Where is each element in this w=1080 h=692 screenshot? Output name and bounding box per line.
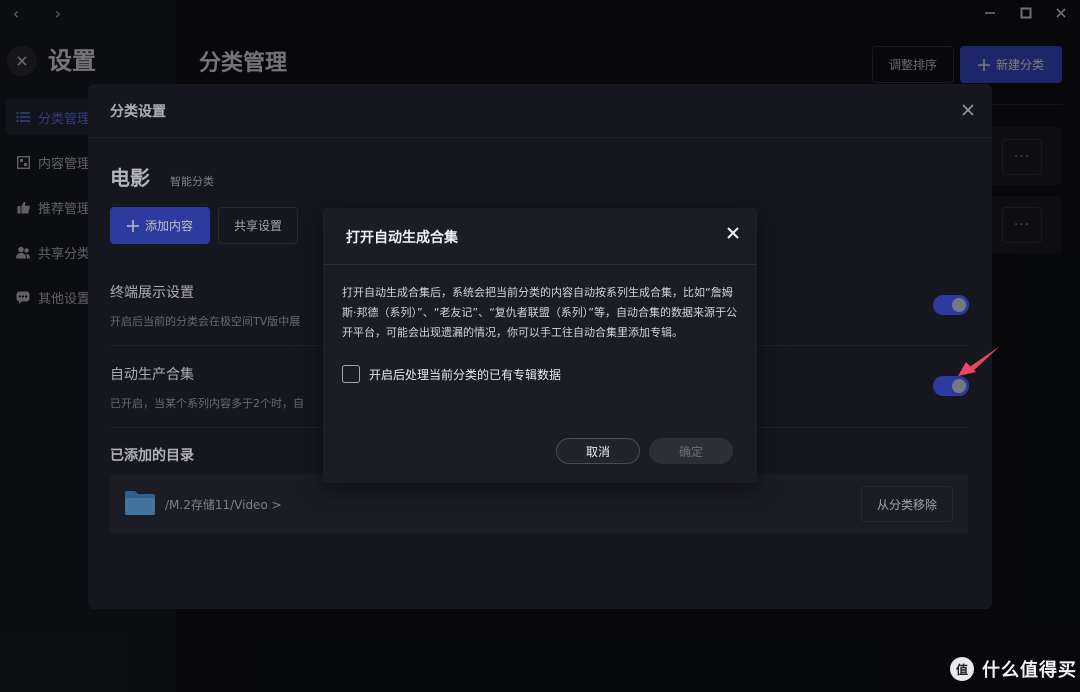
existing-albums-checkbox-row[interactable]: 开启后处理当前分类的已有专辑数据 — [342, 365, 561, 383]
existing-albums-checkbox[interactable] — [342, 365, 360, 383]
watermark: 值 什么值得买 — [950, 656, 1077, 682]
annotation-arrow-icon — [958, 346, 1000, 376]
dialog-header: 打开自动生成合集 — [323, 208, 757, 265]
auto-collection-dialog: 打开自动生成合集 打开自动生成合集后，系统会把当前分类的内容自动按系列生成合集，… — [323, 208, 757, 483]
watermark-logo: 值 — [950, 657, 974, 681]
confirm-button[interactable]: 确定 — [649, 438, 733, 464]
cancel-button[interactable]: 取消 — [556, 438, 640, 464]
checkbox-label: 开启后处理当前分类的已有专辑数据 — [369, 367, 562, 382]
dialog-title: 打开自动生成合集 — [346, 230, 458, 246]
dialog-close-icon[interactable] — [723, 223, 743, 243]
dialog-body: 打开自动生成合集后，系统会把当前分类的内容自动按系列生成合集，比如“詹姆斯·邦德… — [342, 286, 737, 339]
watermark-text: 什么值得买 — [982, 660, 1077, 681]
